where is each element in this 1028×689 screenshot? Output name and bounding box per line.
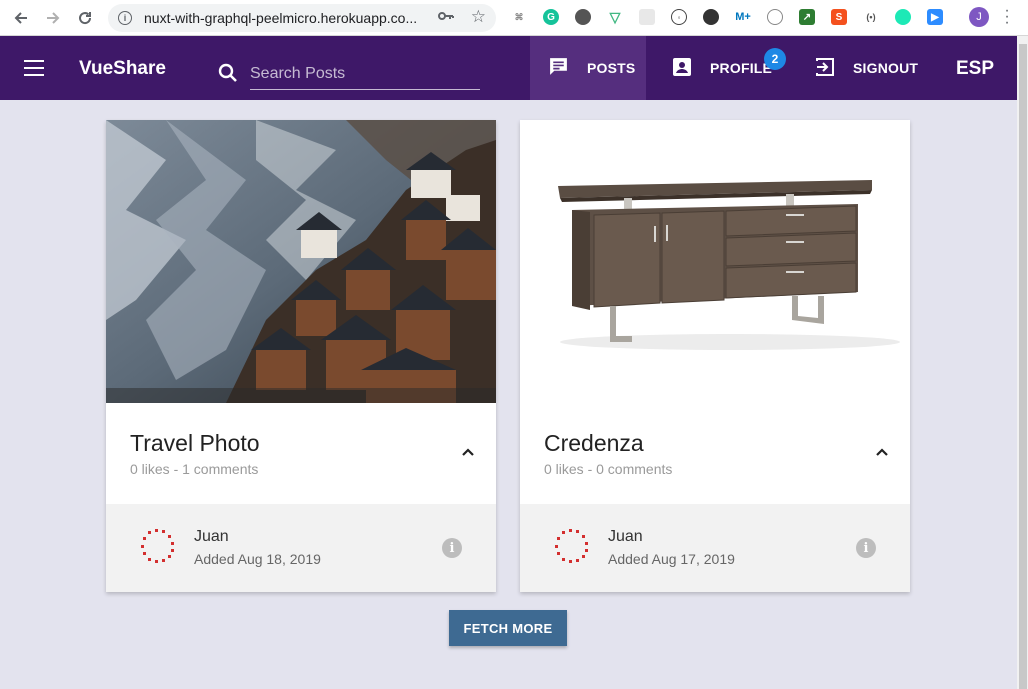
extension-icon[interactable]: M+ <box>735 9 751 25</box>
post-footer: Juan Added Aug 18, 2019 i <box>106 504 496 592</box>
back-icon[interactable] <box>10 7 32 29</box>
key-icon[interactable] <box>438 10 454 25</box>
chevron-up-icon[interactable] <box>872 442 892 462</box>
info-icon[interactable]: i <box>856 538 876 558</box>
post-stats: 0 likes - 1 comments <box>130 461 259 477</box>
nav-signout-label: SIGNOUT <box>853 60 919 76</box>
post-stats: 0 likes - 0 comments <box>544 461 673 477</box>
post-card: Travel Photo 0 likes - 1 comments Juan A… <box>106 120 496 592</box>
nav-profile[interactable]: PROFILE <box>672 36 782 100</box>
address-bar[interactable]: i nuxt-with-graphql-peelmicro.herokuapp.… <box>108 4 496 32</box>
nav-signout[interactable]: SIGNOUT <box>815 36 935 100</box>
nav-posts[interactable]: POSTS <box>530 36 646 100</box>
extension-icon[interactable]: ◦ <box>671 9 687 25</box>
extension-icon[interactable]: S <box>831 9 847 25</box>
more-icon[interactable]: · · · <box>1004 3 1010 31</box>
language-toggle[interactable]: ESP <box>956 58 994 80</box>
extension-icon[interactable] <box>703 9 719 25</box>
app-bar: VueShare POSTS PROFILE 2 SIGNOUT ESP <box>0 36 1017 100</box>
profile-badge: 2 <box>764 48 786 70</box>
post-image[interactable] <box>520 120 910 403</box>
browser-toolbar: i nuxt-with-graphql-peelmicro.herokuapp.… <box>0 0 1028 36</box>
post-card: Credenza 0 likes - 0 comments Juan Added… <box>520 120 910 592</box>
post-title: Travel Photo <box>130 430 260 456</box>
post-footer: Juan Added Aug 17, 2019 i <box>520 504 910 592</box>
vue-devtools-icon[interactable]: ▽ <box>607 9 623 25</box>
author-avatar[interactable] <box>140 528 176 564</box>
menu-icon[interactable] <box>24 60 44 76</box>
author-avatar[interactable] <box>554 528 590 564</box>
post-image[interactable] <box>106 120 496 403</box>
signout-icon <box>815 57 835 80</box>
nav-posts-label: POSTS <box>587 60 636 76</box>
search-input[interactable] <box>250 60 480 90</box>
extension-icon[interactable] <box>767 9 783 25</box>
fetch-more-button[interactable]: FETCH MORE <box>449 610 567 646</box>
post-date: Added Aug 18, 2019 <box>194 551 321 567</box>
scrollbar-thumb[interactable] <box>1019 44 1027 689</box>
extension-icon[interactable]: ↗ <box>799 9 815 25</box>
zoom-icon[interactable]: ▶ <box>927 9 943 25</box>
app-title[interactable]: VueShare <box>79 58 166 80</box>
url-text: nuxt-with-graphql-peelmicro.herokuapp.co… <box>144 10 418 26</box>
post-date: Added Aug 17, 2019 <box>608 551 735 567</box>
profile-avatar[interactable]: J <box>969 7 989 27</box>
extension-icon[interactable]: (•) <box>863 9 879 25</box>
star-icon[interactable]: ☆ <box>471 7 486 27</box>
reload-icon[interactable] <box>74 7 96 29</box>
chevron-up-icon[interactable] <box>458 442 478 462</box>
extension-icon[interactable] <box>575 9 591 25</box>
nav-profile-label: PROFILE <box>710 60 773 76</box>
post-author: Juan <box>608 528 643 545</box>
site-info-icon[interactable]: i <box>118 11 132 25</box>
profile-icon <box>672 57 692 80</box>
forward-icon[interactable] <box>42 7 64 29</box>
posts-icon <box>548 56 569 80</box>
post-author: Juan <box>194 528 229 545</box>
post-title: Credenza <box>544 430 644 456</box>
grammarly-icon[interactable]: G <box>543 9 559 25</box>
extension-icon[interactable] <box>639 9 655 25</box>
info-icon[interactable]: i <box>442 538 462 558</box>
extension-icon[interactable] <box>895 9 911 25</box>
extension-icon[interactable]: ⌘ <box>511 9 527 25</box>
search-icon <box>218 63 238 88</box>
